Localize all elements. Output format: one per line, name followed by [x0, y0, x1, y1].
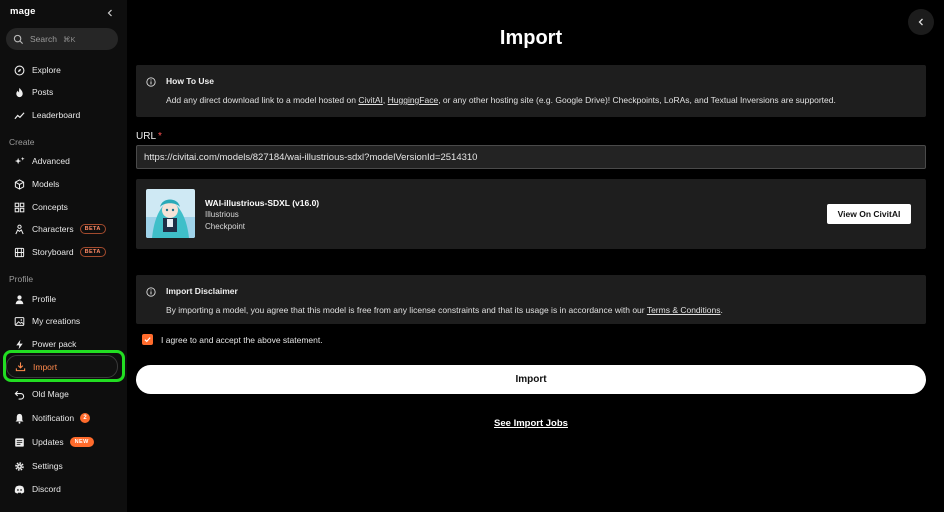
- see-import-jobs-link[interactable]: See Import Jobs: [136, 418, 926, 429]
- bell-icon: [15, 413, 24, 424]
- undo-icon: [14, 390, 25, 400]
- page-title: Import: [499, 27, 563, 49]
- search-shortcut: ⌘K: [62, 34, 76, 44]
- agree-checkbox[interactable]: [142, 334, 153, 345]
- sidebar-item-import[interactable]: Import: [6, 355, 118, 378]
- url-label: URL *: [136, 131, 162, 142]
- sidebar-item-models[interactable]: Models: [8, 174, 120, 194]
- info-icon: [146, 287, 156, 297]
- import-button[interactable]: Import: [136, 365, 926, 394]
- sidebar-item-characters[interactable]: Characters BETA: [8, 219, 120, 239]
- section-create: Create: [9, 137, 35, 147]
- model-preview-card: WAI-illustrious-SDXL (v16.0) Illustrious…: [136, 179, 926, 249]
- sidebar-item-discord[interactable]: Discord: [8, 479, 120, 499]
- disclaimer-title: Import Disclaimer: [166, 286, 238, 296]
- sidebar-item-posts[interactable]: Posts: [8, 82, 120, 102]
- import-disclaimer-panel: Import Disclaimer By importing a model, …: [136, 275, 926, 324]
- search-placeholder: Search: [30, 34, 57, 44]
- view-on-civitai-button[interactable]: View On CivitAI: [827, 204, 911, 224]
- url-input[interactable]: [136, 145, 926, 169]
- new-badge: NEW: [69, 437, 94, 447]
- beta-badge: BETA: [79, 224, 106, 234]
- model-type: Checkpoint: [205, 222, 246, 231]
- user-icon: [15, 294, 24, 304]
- sidebar-item-profile[interactable]: Profile: [8, 289, 120, 309]
- compass-icon: [14, 65, 25, 75]
- sidebar-item-notification[interactable]: Notification 2: [8, 408, 120, 428]
- sidebar-item-concepts[interactable]: Concepts: [8, 197, 120, 217]
- image-icon: [14, 316, 25, 326]
- cube-icon: [14, 178, 25, 190]
- bolt-icon: [16, 339, 23, 349]
- sidebar: mage Search ⌘K Explore Posts Leaderboard…: [0, 0, 127, 512]
- search-icon: [13, 34, 24, 44]
- model-thumbnail: [146, 189, 195, 238]
- huggingface-link[interactable]: HuggingFace: [388, 95, 439, 105]
- news-icon: [15, 437, 24, 447]
- required-marker: *: [158, 131, 162, 142]
- model-name: WAI-illustrious-SDXL (v16.0): [205, 198, 320, 208]
- app-logo[interactable]: mage: [10, 6, 36, 17]
- model-base: Illustrious: [205, 210, 239, 219]
- people-icon: [15, 224, 24, 234]
- disclaimer-text: By importing a model, you agree that thi…: [166, 305, 723, 315]
- check-icon: [144, 337, 151, 343]
- civitai-link[interactable]: CivitAI: [358, 95, 383, 105]
- sidebar-item-advanced[interactable]: Advanced: [8, 151, 120, 171]
- flame-icon: [16, 87, 23, 97]
- how-to-use-text: Add any direct download link to a model …: [166, 95, 836, 105]
- how-to-use-title: How To Use: [166, 76, 215, 86]
- terms-link[interactable]: Terms & Conditions: [647, 305, 721, 315]
- sidebar-item-storyboard[interactable]: Storyboard BETA: [8, 242, 120, 262]
- how-to-use-panel: How To Use Add any direct download link …: [136, 65, 926, 117]
- gear-icon: [15, 461, 24, 471]
- search-bar[interactable]: Search ⌘K: [6, 28, 118, 50]
- info-icon: [146, 77, 156, 87]
- sparkles-icon: [14, 156, 25, 164]
- grid-icon: [14, 202, 25, 212]
- agree-row: I agree to and accept the above statemen…: [142, 334, 323, 345]
- sidebar-item-my-creations[interactable]: My creations: [8, 311, 120, 331]
- notification-count-badge: 2: [80, 413, 91, 423]
- chart-icon: [14, 111, 25, 119]
- discord-icon: [14, 485, 25, 494]
- sidebar-item-explore[interactable]: Explore: [8, 60, 120, 80]
- sidebar-item-old-mage[interactable]: Old Mage: [8, 384, 120, 404]
- sidebar-item-leaderboard[interactable]: Leaderboard: [8, 105, 120, 125]
- download-icon: [15, 362, 26, 372]
- beta-badge: BETA: [79, 247, 106, 257]
- collapse-sidebar-icon[interactable]: [104, 6, 116, 18]
- sidebar-item-updates[interactable]: Updates NEW: [8, 432, 120, 452]
- section-profile: Profile: [9, 274, 34, 284]
- agree-label[interactable]: I agree to and accept the above statemen…: [161, 335, 323, 345]
- sidebar-item-settings[interactable]: Settings: [8, 456, 120, 476]
- film-icon: [14, 247, 25, 257]
